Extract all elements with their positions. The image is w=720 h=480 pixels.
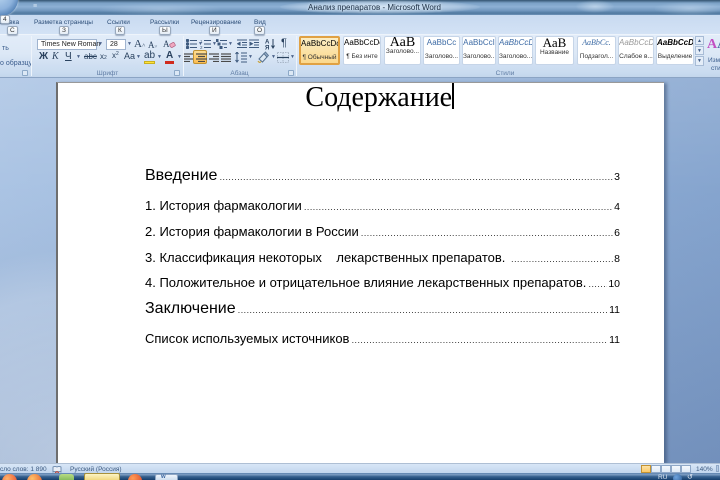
svg-text:2: 2 [200, 45, 203, 49]
svg-text:Я: Я [265, 46, 269, 51]
svg-text:A: A [163, 39, 170, 49]
svg-text:1: 1 [200, 39, 203, 44]
